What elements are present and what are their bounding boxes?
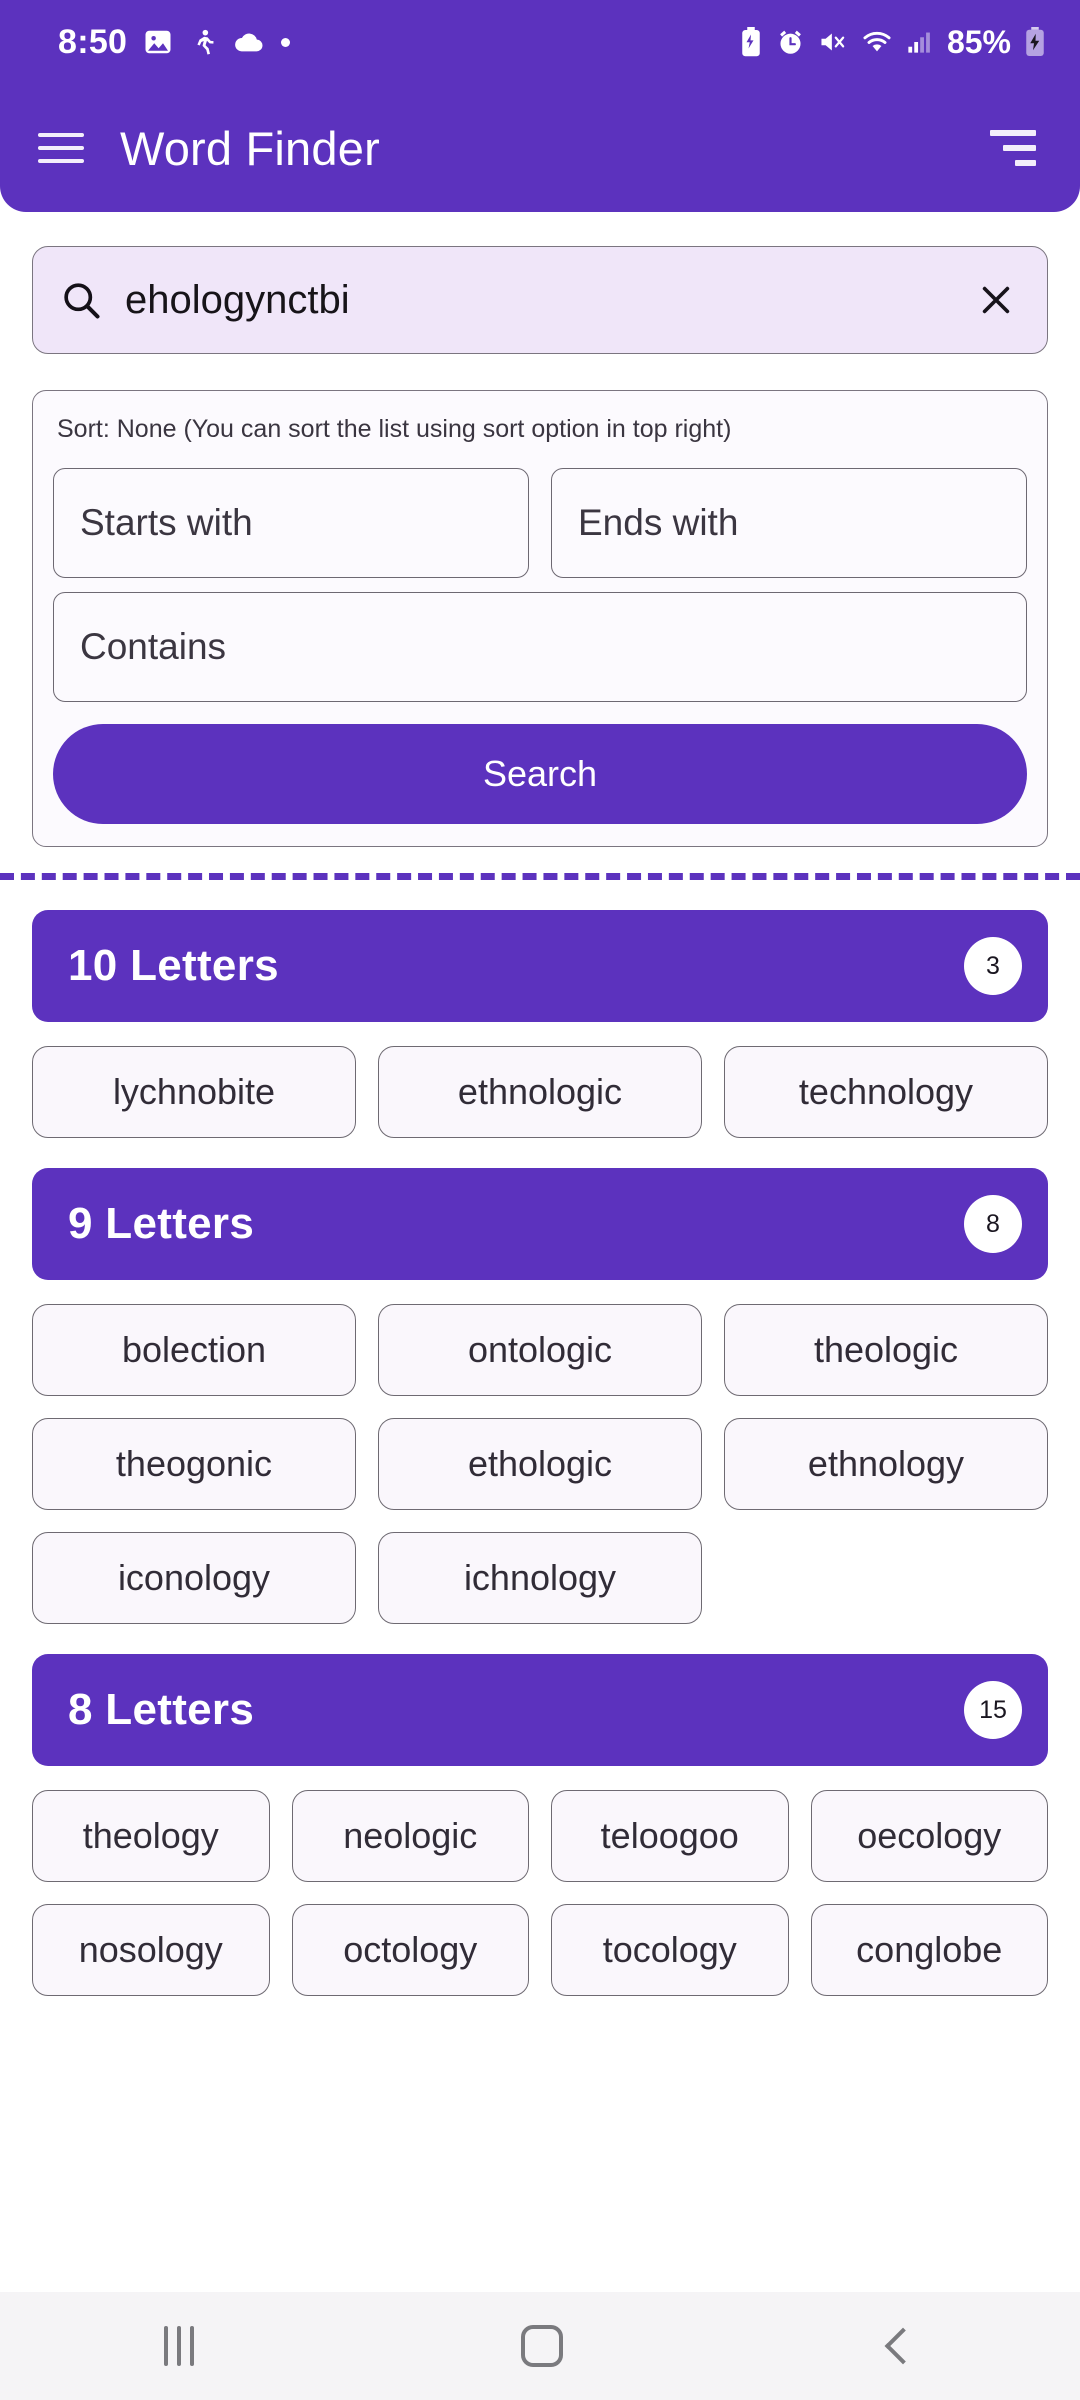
mute-vibrate-icon [818, 28, 848, 56]
word-chip[interactable]: iconology [32, 1532, 356, 1624]
word-chip[interactable]: ethnologic [378, 1046, 702, 1138]
word-chip[interactable]: theologic [724, 1304, 1048, 1396]
result-group-header[interactable]: 10 Letters 3 [32, 910, 1048, 1022]
search-section: ehologynctbi [0, 212, 1080, 354]
word-chip-list: bolection ontologic theologic theogonic etho… [32, 1304, 1048, 1624]
starts-with-input[interactable]: Starts with [53, 468, 529, 578]
word-chip[interactable]: nosology [32, 1904, 270, 1996]
filter-row-top: Starts with Ends with [53, 468, 1027, 578]
sort-icon[interactable] [990, 130, 1036, 166]
close-icon[interactable] [975, 279, 1017, 321]
recents-icon[interactable] [163, 2326, 194, 2366]
phone-screen: 8:50 85% Word Finder ehologynctbi Sort: … [0, 0, 1080, 2400]
word-chip[interactable]: ethologic [378, 1418, 702, 1510]
search-bar[interactable]: ehologynctbi [32, 246, 1048, 354]
word-chip[interactable]: theogonic [32, 1418, 356, 1510]
word-chip[interactable]: theology [32, 1790, 270, 1882]
battery-charging-icon [1024, 27, 1046, 57]
search-button[interactable]: Search [53, 724, 1027, 824]
status-bar-left: 8:50 [58, 22, 291, 62]
search-input[interactable]: ehologynctbi [125, 278, 953, 323]
results-list: 10 Letters 3 lychnobite ethnologic technolog… [0, 910, 1080, 1996]
search-icon [59, 278, 103, 322]
word-chip-list: lychnobite ethnologic technology [32, 1046, 1048, 1138]
result-count-badge: 15 [964, 1681, 1022, 1739]
result-group-title: 8 Letters [68, 1685, 255, 1734]
result-group-title: 10 Letters [68, 941, 279, 990]
cellular-signal-icon [906, 29, 932, 55]
result-group-header[interactable]: 8 Letters 15 [32, 1654, 1048, 1766]
word-chip[interactable]: conglobe [810, 1904, 1048, 1996]
result-group: 10 Letters 3 lychnobite ethnologic technolog… [0, 910, 1080, 1138]
battery-saver-icon [739, 27, 763, 57]
status-bar: 8:50 85% [0, 0, 1080, 84]
app-bar: Word Finder [0, 84, 1080, 212]
word-chip[interactable]: lychnobite [32, 1046, 356, 1138]
result-count-badge: 3 [964, 937, 1022, 995]
word-chip[interactable]: bolection [32, 1304, 356, 1396]
back-icon[interactable] [884, 2327, 922, 2365]
word-chip[interactable]: tocology [551, 1904, 789, 1996]
contains-input[interactable]: Contains [53, 592, 1027, 702]
filter-card: Sort: None (You can sort the list using … [32, 390, 1048, 847]
word-chip[interactable]: ontologic [378, 1304, 702, 1396]
word-chip[interactable]: ichnology [378, 1532, 702, 1624]
wifi-icon [861, 28, 893, 56]
word-chip[interactable]: oecology [810, 1790, 1048, 1882]
section-divider [0, 873, 1080, 880]
word-chip[interactable]: octology [291, 1904, 529, 1996]
running-person-icon [189, 27, 217, 57]
home-icon[interactable] [520, 2325, 563, 2367]
dot-icon [281, 37, 291, 47]
result-group: 9 Letters 8 bolection ontologic theologic the… [0, 1168, 1080, 1624]
cloud-icon [233, 29, 265, 55]
ends-with-input[interactable]: Ends with [551, 468, 1027, 578]
word-chip[interactable]: neologic [291, 1790, 529, 1882]
android-navigation-bar [0, 2292, 1080, 2400]
photo-icon [143, 27, 173, 57]
status-bar-right: 85% [739, 24, 1046, 61]
word-chip[interactable]: technology [724, 1046, 1048, 1138]
word-chip[interactable]: ethnology [724, 1418, 1048, 1510]
page-title: Word Finder [120, 121, 380, 175]
word-chip-list: theology neologic teloogoo oecology nosology… [32, 1790, 1048, 1996]
hamburger-menu-icon[interactable] [38, 121, 84, 175]
sort-note: Sort: None (You can sort the list using … [57, 415, 732, 443]
result-count-badge: 8 [964, 1195, 1022, 1253]
alarm-icon [776, 28, 805, 57]
filter-row-bottom: Contains [53, 592, 1027, 702]
word-chip[interactable]: teloogoo [551, 1790, 789, 1882]
result-group-header[interactable]: 9 Letters 8 [32, 1168, 1048, 1280]
status-bar-clock: 8:50 [58, 22, 128, 61]
result-group-title: 9 Letters [68, 1199, 255, 1248]
result-group: 8 Letters 15 theology neologic teloogoo oecol… [0, 1654, 1080, 1996]
battery-percentage: 85% [946, 23, 1011, 60]
